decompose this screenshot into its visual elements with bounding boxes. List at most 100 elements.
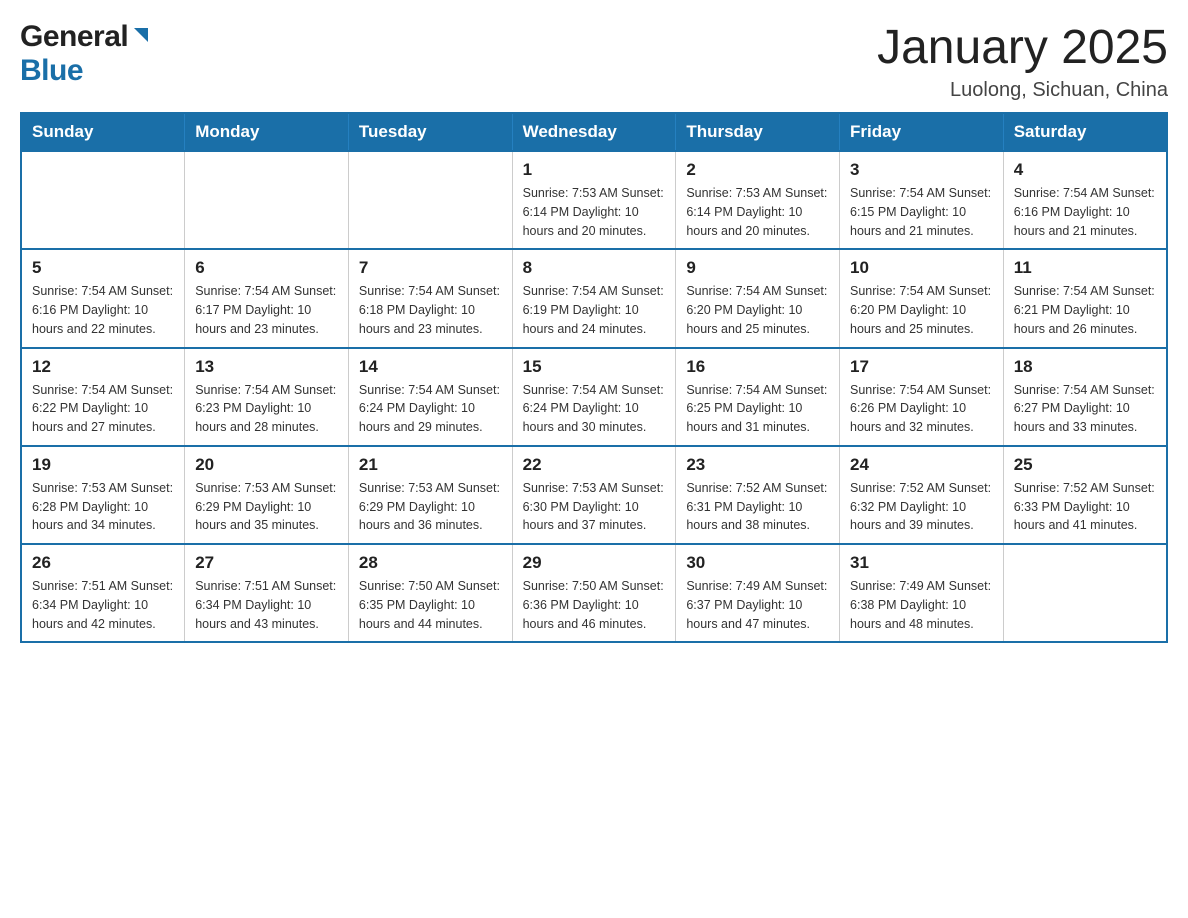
- day-number: 15: [523, 357, 666, 377]
- day-of-week-header: Saturday: [1003, 113, 1167, 151]
- calendar-body: 1 Sunrise: 7:53 AM Sunset: 6:14 PM Daylig…: [21, 151, 1167, 642]
- day-info: Sunrise: 7:54 AM Sunset: 6:16 PM Dayligh…: [32, 282, 174, 338]
- calendar-empty-cell: [21, 151, 185, 249]
- day-info: Sunrise: 7:52 AM Sunset: 6:31 PM Dayligh…: [686, 479, 829, 535]
- day-number: 28: [359, 553, 502, 573]
- day-number: 5: [32, 258, 174, 278]
- day-info: Sunrise: 7:52 AM Sunset: 6:33 PM Dayligh…: [1014, 479, 1156, 535]
- calendar-day-cell: 24Sunrise: 7:52 AM Sunset: 6:32 PM Dayli…: [840, 446, 1004, 544]
- day-number: 14: [359, 357, 502, 377]
- calendar-day-cell: 8 Sunrise: 7:54 AM Sunset: 6:19 PM Daylig…: [512, 249, 676, 347]
- day-number: 6: [195, 258, 338, 278]
- calendar-day-cell: 14 Sunrise: 7:54 AM Sunset: 6:24 PM Dayli…: [348, 348, 512, 446]
- day-info: Sunrise: 7:53 AM Sunset: 6:29 PM Dayligh…: [359, 479, 502, 535]
- calendar-day-cell: 12Sunrise: 7:54 AM Sunset: 6:22 PM Dayli…: [21, 348, 185, 446]
- calendar-empty-cell: [1003, 544, 1167, 642]
- day-info: Sunrise: 7:53 AM Sunset: 6:30 PM Dayligh…: [523, 479, 666, 535]
- calendar-table: SundayMondayTuesdayWednesdayThursdayFrid…: [20, 112, 1168, 643]
- day-number: 8: [523, 258, 666, 278]
- day-info: Sunrise: 7:51 AM Sunset: 6:34 PM Dayligh…: [32, 577, 174, 633]
- calendar-day-cell: 28 Sunrise: 7:50 AM Sunset: 6:35 PM Dayli…: [348, 544, 512, 642]
- logo: General Blue: [20, 20, 152, 88]
- day-number: 18: [1014, 357, 1156, 377]
- day-info: Sunrise: 7:54 AM Sunset: 6:19 PM Dayligh…: [523, 282, 666, 338]
- calendar-header: SundayMondayTuesdayWednesdayThursdayFrid…: [21, 113, 1167, 151]
- day-info: Sunrise: 7:54 AM Sunset: 6:16 PM Dayligh…: [1014, 184, 1156, 240]
- day-info: Sunrise: 7:53 AM Sunset: 6:14 PM Dayligh…: [523, 184, 666, 240]
- day-number: 26: [32, 553, 174, 573]
- day-number: 17: [850, 357, 993, 377]
- days-of-week-row: SundayMondayTuesdayWednesdayThursdayFrid…: [21, 113, 1167, 151]
- calendar-day-cell: 4 Sunrise: 7:54 AM Sunset: 6:16 PM Daylig…: [1003, 151, 1167, 249]
- day-info: Sunrise: 7:53 AM Sunset: 6:28 PM Dayligh…: [32, 479, 174, 535]
- day-number: 19: [32, 455, 174, 475]
- location-text: Luolong, Sichuan, China: [877, 79, 1168, 102]
- day-number: 16: [686, 357, 829, 377]
- month-title: January 2025: [877, 20, 1168, 75]
- day-number: 30: [686, 553, 829, 573]
- day-info: Sunrise: 7:54 AM Sunset: 6:26 PM Dayligh…: [850, 381, 993, 437]
- calendar-day-cell: 26 Sunrise: 7:51 AM Sunset: 6:34 PM Dayli…: [21, 544, 185, 642]
- calendar-day-cell: 18 Sunrise: 7:54 AM Sunset: 6:27 PM Dayli…: [1003, 348, 1167, 446]
- calendar-empty-cell: [348, 151, 512, 249]
- day-number: 13: [195, 357, 338, 377]
- calendar-day-cell: 10Sunrise: 7:54 AM Sunset: 6:20 PM Dayli…: [840, 249, 1004, 347]
- calendar-day-cell: 31 Sunrise: 7:49 AM Sunset: 6:38 PM Dayli…: [840, 544, 1004, 642]
- calendar-day-cell: 25 Sunrise: 7:52 AM Sunset: 6:33 PM Dayli…: [1003, 446, 1167, 544]
- day-number: 25: [1014, 455, 1156, 475]
- day-info: Sunrise: 7:54 AM Sunset: 6:17 PM Dayligh…: [195, 282, 338, 338]
- calendar-day-cell: 20Sunrise: 7:53 AM Sunset: 6:29 PM Dayli…: [185, 446, 349, 544]
- day-info: Sunrise: 7:50 AM Sunset: 6:35 PM Dayligh…: [359, 577, 502, 633]
- day-number: 29: [523, 553, 666, 573]
- calendar-empty-cell: [185, 151, 349, 249]
- day-of-week-header: Monday: [185, 113, 349, 151]
- day-info: Sunrise: 7:54 AM Sunset: 6:24 PM Dayligh…: [359, 381, 502, 437]
- calendar-day-cell: 15 Sunrise: 7:54 AM Sunset: 6:24 PM Dayli…: [512, 348, 676, 446]
- day-info: Sunrise: 7:53 AM Sunset: 6:14 PM Dayligh…: [686, 184, 829, 240]
- day-number: 1: [523, 160, 666, 180]
- day-number: 3: [850, 160, 993, 180]
- title-block: January 2025 Luolong, Sichuan, China: [877, 20, 1168, 102]
- calendar-day-cell: 22Sunrise: 7:53 AM Sunset: 6:30 PM Dayli…: [512, 446, 676, 544]
- calendar-week-row: 1 Sunrise: 7:53 AM Sunset: 6:14 PM Daylig…: [21, 151, 1167, 249]
- day-number: 9: [686, 258, 829, 278]
- day-info: Sunrise: 7:54 AM Sunset: 6:20 PM Dayligh…: [850, 282, 993, 338]
- day-of-week-header: Sunday: [21, 113, 185, 151]
- day-info: Sunrise: 7:54 AM Sunset: 6:24 PM Dayligh…: [523, 381, 666, 437]
- logo-blue-text: Blue: [20, 54, 83, 87]
- calendar-day-cell: 9 Sunrise: 7:54 AM Sunset: 6:20 PM Daylig…: [676, 249, 840, 347]
- day-number: 21: [359, 455, 502, 475]
- calendar-day-cell: 1 Sunrise: 7:53 AM Sunset: 6:14 PM Daylig…: [512, 151, 676, 249]
- calendar-day-cell: 23 Sunrise: 7:52 AM Sunset: 6:31 PM Dayli…: [676, 446, 840, 544]
- day-info: Sunrise: 7:54 AM Sunset: 6:27 PM Dayligh…: [1014, 381, 1156, 437]
- calendar-week-row: 12Sunrise: 7:54 AM Sunset: 6:22 PM Dayli…: [21, 348, 1167, 446]
- day-info: Sunrise: 7:54 AM Sunset: 6:21 PM Dayligh…: [1014, 282, 1156, 338]
- day-info: Sunrise: 7:54 AM Sunset: 6:15 PM Dayligh…: [850, 184, 993, 240]
- day-number: 4: [1014, 160, 1156, 180]
- calendar-day-cell: 19 Sunrise: 7:53 AM Sunset: 6:28 PM Dayli…: [21, 446, 185, 544]
- day-info: Sunrise: 7:51 AM Sunset: 6:34 PM Dayligh…: [195, 577, 338, 633]
- day-info: Sunrise: 7:54 AM Sunset: 6:23 PM Dayligh…: [195, 381, 338, 437]
- calendar-day-cell: 30Sunrise: 7:49 AM Sunset: 6:37 PM Dayli…: [676, 544, 840, 642]
- calendar-day-cell: 17 Sunrise: 7:54 AM Sunset: 6:26 PM Dayli…: [840, 348, 1004, 446]
- day-of-week-header: Wednesday: [512, 113, 676, 151]
- logo-arrow-icon: [130, 24, 152, 51]
- day-info: Sunrise: 7:49 AM Sunset: 6:38 PM Dayligh…: [850, 577, 993, 633]
- day-number: 27: [195, 553, 338, 573]
- logo-general-text: General: [20, 20, 128, 54]
- calendar-day-cell: 7Sunrise: 7:54 AM Sunset: 6:18 PM Daylig…: [348, 249, 512, 347]
- day-info: Sunrise: 7:54 AM Sunset: 6:20 PM Dayligh…: [686, 282, 829, 338]
- calendar-week-row: 26 Sunrise: 7:51 AM Sunset: 6:34 PM Dayli…: [21, 544, 1167, 642]
- day-number: 31: [850, 553, 993, 573]
- day-number: 23: [686, 455, 829, 475]
- day-of-week-header: Friday: [840, 113, 1004, 151]
- day-number: 11: [1014, 258, 1156, 278]
- calendar-day-cell: 21 Sunrise: 7:53 AM Sunset: 6:29 PM Dayli…: [348, 446, 512, 544]
- page-header: General Blue January 2025 Luolong, Sichu…: [20, 20, 1168, 102]
- calendar-day-cell: 13 Sunrise: 7:54 AM Sunset: 6:23 PM Dayli…: [185, 348, 349, 446]
- calendar-day-cell: 16 Sunrise: 7:54 AM Sunset: 6:25 PM Dayli…: [676, 348, 840, 446]
- day-info: Sunrise: 7:54 AM Sunset: 6:18 PM Dayligh…: [359, 282, 502, 338]
- day-number: 2: [686, 160, 829, 180]
- calendar-day-cell: 3 Sunrise: 7:54 AM Sunset: 6:15 PM Daylig…: [840, 151, 1004, 249]
- day-info: Sunrise: 7:54 AM Sunset: 6:25 PM Dayligh…: [686, 381, 829, 437]
